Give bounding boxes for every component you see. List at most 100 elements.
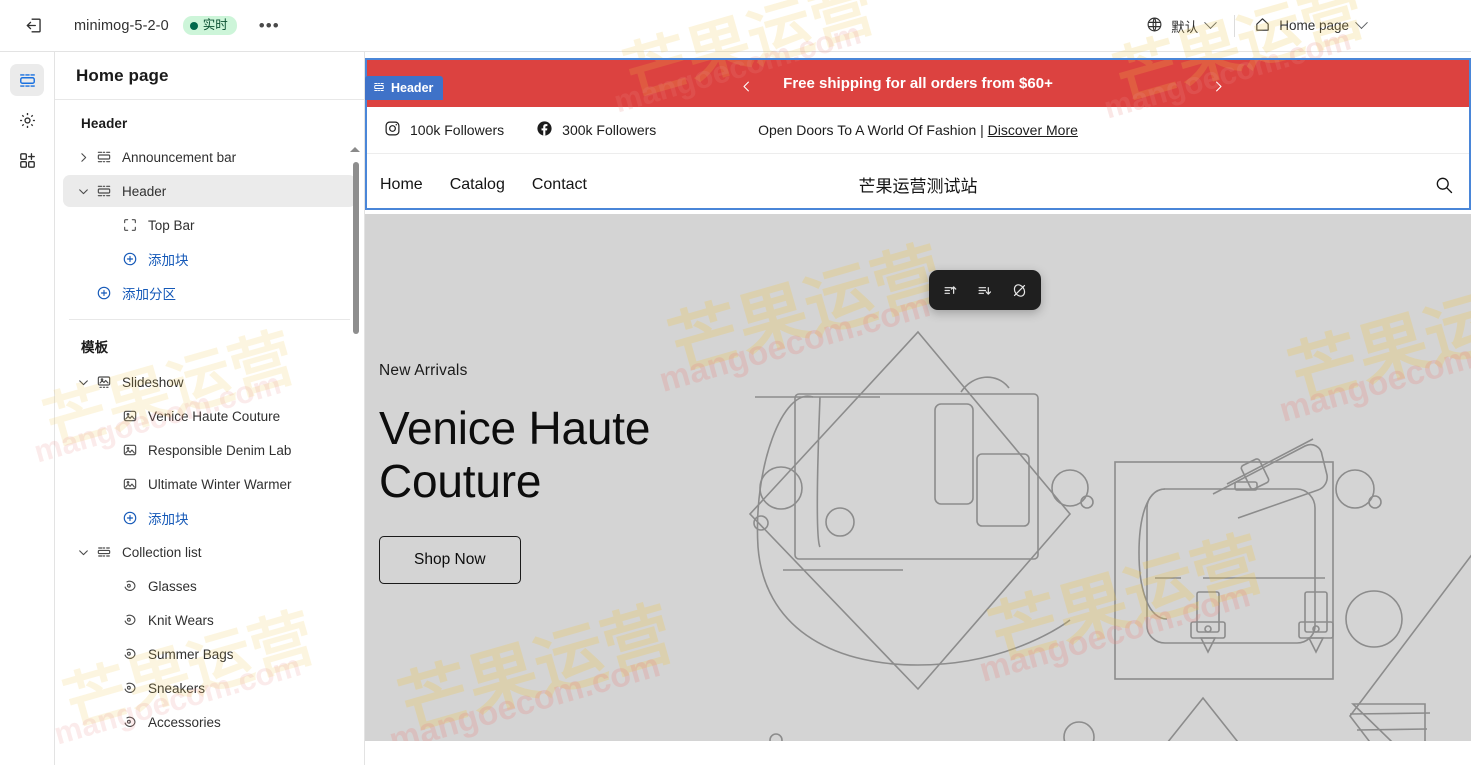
plus-circle-icon <box>121 250 139 268</box>
sidebar-item-slideshow[interactable]: Slideshow <box>63 366 356 398</box>
tag-icon <box>121 611 139 629</box>
facebook-icon <box>536 120 553 140</box>
locale-label: 默认 <box>1171 19 1199 35</box>
shop-now-button[interactable]: Shop Now <box>379 536 521 584</box>
chevron-down-icon[interactable] <box>75 183 91 199</box>
slideshow-icon <box>95 373 113 391</box>
status-badge: 实时 <box>182 16 237 35</box>
social-facebook[interactable]: 300k Followers <box>536 120 656 140</box>
theme-preview: Header Free shipping for all orders from… <box>365 52 1471 765</box>
status-dot-icon <box>189 21 198 30</box>
selected-section-label: Header <box>391 81 434 95</box>
section-icon <box>95 148 113 166</box>
settings-gear-icon[interactable] <box>10 104 44 136</box>
tag-icon <box>121 645 139 663</box>
top-bar-right-group: 默认 Home page <box>1137 11 1471 41</box>
selected-section-badge[interactable]: Header <box>365 76 444 100</box>
scroll-up-arrow[interactable] <box>350 147 360 152</box>
sidebar-scrollbar-thumb[interactable] <box>353 162 359 334</box>
search-icon[interactable] <box>1431 172 1457 198</box>
store-main-nav: Home Catalog Contact 芒果运营测试站 <box>367 155 1469 214</box>
nav-links: Home Catalog Contact <box>380 176 587 194</box>
sidebar-item-添加分区[interactable]: 添加分区 <box>63 277 356 309</box>
sidebar-item-添加块[interactable]: 添加块 <box>63 243 356 275</box>
more-options-button[interactable]: ••• <box>253 15 286 36</box>
sidebar-item-label: 添加块 <box>148 253 189 268</box>
sidebar-item-header[interactable]: Header <box>63 175 356 207</box>
sidebar-item-label: Accessories <box>148 714 221 730</box>
discover-more-link[interactable]: Discover More <box>988 122 1078 138</box>
sidebar-group-title: 模板 <box>81 340 109 355</box>
tag-icon <box>121 577 139 595</box>
hero-copy: New Arrivals Venice Haute Couture Shop N… <box>379 362 709 584</box>
sections-sidebar: Home page Header Announcement bar Header To… <box>55 52 365 765</box>
sidebar-item-accessories[interactable]: Accessories <box>63 706 356 738</box>
sidebar-item-label: Collection list <box>122 544 202 560</box>
announcement-bar: Free shipping for all orders from $60+ <box>367 60 1469 107</box>
exit-icon[interactable] <box>22 14 46 38</box>
plus-circle-icon <box>121 509 139 527</box>
move-up-icon[interactable] <box>936 275 966 305</box>
sidebar-item-top-bar[interactable]: Top Bar <box>63 209 356 241</box>
sidebar-item-collection-list[interactable]: Collection list <box>63 536 356 568</box>
image-icon <box>121 441 139 459</box>
sidebar-item-ultimate-winter-warmer[interactable]: Ultimate Winter Warmer <box>63 468 356 500</box>
top-bar-message: Open Doors To A World Of Fashion | Disco… <box>367 122 1469 138</box>
image-icon <box>121 475 139 493</box>
sidebar-item-knit-wears[interactable]: Knit Wears <box>63 604 356 636</box>
nav-link-catalog[interactable]: Catalog <box>450 176 505 194</box>
left-icon-rail <box>0 52 55 765</box>
locale-selector[interactable]: 默认 <box>1137 11 1224 41</box>
sidebar-item-summer-bags[interactable]: Summer Bags <box>63 638 356 670</box>
sidebar-item-sneakers[interactable]: Sneakers <box>63 672 356 704</box>
nav-link-contact[interactable]: Contact <box>532 176 587 194</box>
page-label: Home page <box>1279 18 1349 33</box>
theme-name: minimog-5-2-0 <box>74 17 169 34</box>
status-badge-label: 实时 <box>202 18 228 33</box>
chevron-down-icon[interactable] <box>75 544 91 560</box>
tag-icon <box>121 679 139 697</box>
sidebar-group-title: Header <box>81 116 128 131</box>
social-instagram[interactable]: 100k Followers <box>384 120 504 140</box>
chevron-left-icon[interactable] <box>733 73 759 99</box>
chevron-down-icon[interactable] <box>75 374 91 390</box>
sidebar-item-label: Sneakers <box>148 680 206 696</box>
section-icon <box>95 182 113 200</box>
chevron-right-icon[interactable] <box>75 149 91 165</box>
chevron-right-icon[interactable] <box>1205 73 1231 99</box>
top-bar-message-text: Open Doors To A World Of Fashion | <box>758 122 988 138</box>
section-icon <box>373 81 385 96</box>
top-bar-divider <box>1234 14 1236 37</box>
collection-list-icon <box>95 543 113 561</box>
nav-link-home[interactable]: Home <box>380 176 423 194</box>
home-icon <box>1254 16 1271 36</box>
sidebar-item-label: Header <box>122 183 167 199</box>
sidebar-item-venice-haute-couture[interactable]: Venice Haute Couture <box>63 400 356 432</box>
chevron-down-icon <box>1204 16 1218 30</box>
hero-title: Venice Haute Couture <box>379 402 651 507</box>
sidebar-item-announcement-bar[interactable]: Announcement bar <box>63 141 356 173</box>
announcement-text: Free shipping for all orders from $60+ <box>783 75 1053 92</box>
app-top-bar: minimog-5-2-0 实时 ••• 默认 Home page <box>0 0 1471 52</box>
tag-icon <box>121 713 139 731</box>
plus-circle-icon <box>95 284 113 302</box>
move-down-icon[interactable] <box>970 275 1000 305</box>
page-selector[interactable]: Home page <box>1245 11 1375 41</box>
sections-icon[interactable] <box>10 64 44 96</box>
sidebar-item-glasses[interactable]: Glasses <box>63 570 356 602</box>
sidebar-item-responsible-denim-lab[interactable]: Responsible Denim Lab <box>63 434 356 466</box>
sidebar-scroll-area[interactable]: Header Announcement bar Header Top Bar 添加块 添加… <box>55 100 364 765</box>
hide-icon[interactable] <box>1004 275 1034 305</box>
sidebar-item-添加块[interactable]: 添加块 <box>63 502 356 534</box>
apps-add-icon[interactable] <box>10 144 44 176</box>
block-icon <box>121 216 139 234</box>
sidebar-item-label: Knit Wears <box>148 612 214 628</box>
sidebar-item-label: Top Bar <box>148 217 195 233</box>
